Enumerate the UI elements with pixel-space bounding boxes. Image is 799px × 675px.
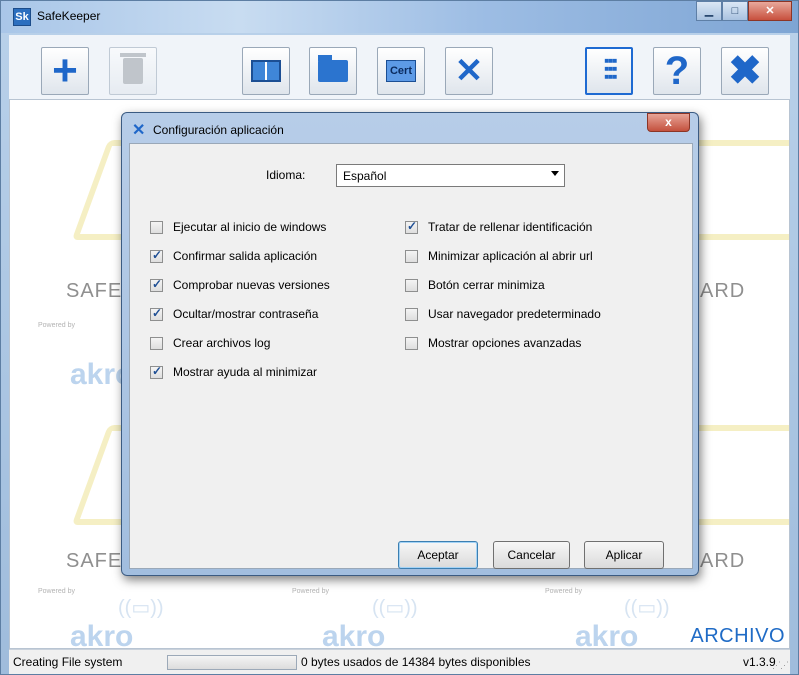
help-button[interactable]: ? (653, 47, 701, 95)
option-label: Ocultar/mostrar contraseña (173, 307, 319, 321)
option-label: Minimizar aplicación al abrir url (428, 249, 593, 263)
dialog-title: Configuración aplicación (153, 123, 284, 137)
option-default-browser[interactable]: Usar navegador predeterminado (405, 307, 601, 321)
checkbox[interactable] (150, 336, 163, 350)
checkbox[interactable] (150, 277, 163, 292)
chevron-down-icon (551, 171, 559, 176)
checkbox[interactable] (405, 307, 418, 321)
cert-icon: Cert (385, 60, 416, 82)
watermark-logo: akro (322, 620, 386, 649)
watermark-logo: akro (70, 620, 134, 649)
language-select[interactable]: Español (336, 164, 565, 187)
watermark-powered: Powered by (38, 588, 75, 595)
checkbox[interactable] (405, 249, 418, 263)
close-icon: ✖ (728, 49, 762, 93)
plus-icon: + (52, 46, 78, 95)
option-label: Usar navegador predeterminado (428, 307, 601, 321)
progress-bar (167, 655, 297, 670)
option-create-logs[interactable]: Crear archivos log (150, 336, 270, 350)
storage-usage: 0 bytes usados de 14384 bytes disponible… (301, 655, 531, 669)
checkbox[interactable] (150, 248, 163, 263)
watermark-text: ARD (700, 280, 746, 302)
watermark-text: SAFE (66, 280, 123, 302)
close-window-button[interactable]: ✕ (748, 1, 792, 21)
maximize-button[interactable]: □ (722, 1, 748, 21)
option-run-at-startup[interactable]: Ejecutar al inicio de windows (150, 220, 326, 234)
minimize-button[interactable]: ▁ (696, 1, 722, 21)
checkbox[interactable] (405, 219, 418, 234)
option-toggle-password[interactable]: Ocultar/mostrar contraseña (150, 306, 319, 321)
option-close-minimizes[interactable]: Botón cerrar minimiza (405, 278, 545, 292)
status-message: Creating File system (13, 655, 123, 669)
option-label: Confirmar salida aplicación (173, 249, 318, 263)
option-label: Comprobar nuevas versiones (173, 278, 330, 292)
accept-button[interactable]: Aceptar (398, 541, 478, 569)
toolbar: + Cert ✕ ⫶⫶⫶ ? ✖ (9, 35, 790, 99)
sliders-icon: ⫶⫶⫶ (602, 54, 618, 86)
cancel-button[interactable]: Cancelar (493, 541, 570, 569)
settings-button[interactable]: ⫶⫶⫶ (585, 47, 633, 95)
watermark-powered: Powered by (292, 588, 329, 595)
option-label: Mostrar opciones avanzadas (428, 336, 582, 350)
checkbox[interactable] (150, 364, 163, 379)
exit-button[interactable]: ✖ (721, 47, 769, 95)
book-icon (251, 60, 281, 82)
checkbox[interactable] (150, 220, 163, 234)
option-autofill[interactable]: Tratar de rellenar identificación (405, 219, 593, 234)
add-button[interactable]: + (41, 47, 89, 95)
delete-button[interactable] (109, 47, 157, 95)
watermark-text: ARD (700, 550, 746, 572)
help-icon: ? (664, 49, 690, 93)
open-book-button[interactable] (242, 47, 290, 95)
wave-watermark: ((▭)) (118, 597, 164, 619)
resize-grip-icon[interactable]: ⋰⋰ (772, 660, 789, 671)
window-title: SafeKeeper (37, 9, 101, 23)
dialog-close-button[interactable]: x (647, 113, 690, 132)
version-label: v1.3.9 (743, 655, 776, 669)
wave-watermark: ((▭)) (372, 597, 418, 619)
folder-icon (318, 55, 348, 82)
option-minimize-on-url[interactable]: Minimizar aplicación al abrir url (405, 249, 593, 263)
tools-button[interactable]: ✕ (445, 47, 493, 95)
watermark-powered: Powered by (545, 588, 582, 595)
checkbox[interactable] (150, 306, 163, 321)
apply-button[interactable]: Aplicar (584, 541, 664, 569)
option-label: Mostrar ayuda al minimizar (173, 365, 318, 379)
option-show-help-minimize[interactable]: Mostrar ayuda al minimizar (150, 364, 318, 379)
language-label: Idioma: (266, 168, 306, 182)
language-value: Español (343, 169, 387, 183)
section-label: ARCHIVO (690, 625, 785, 647)
title-bar[interactable]: Sk SafeKeeper ▁ □ ✕ (1, 1, 798, 33)
status-bar: Creating File system 0 bytes usados de 1… (9, 649, 790, 674)
option-label: Tratar de rellenar identificación (428, 220, 593, 234)
open-folder-button[interactable] (309, 47, 357, 95)
app-logo-icon: Sk (13, 8, 31, 26)
trash-icon (120, 53, 146, 84)
window-controls: ▁ □ ✕ (696, 1, 792, 23)
option-label: Ejecutar al inicio de windows (173, 220, 327, 234)
watermark-text: SAFE (66, 550, 123, 572)
option-advanced[interactable]: Mostrar opciones avanzadas (405, 336, 581, 350)
watermark-logo: akro (575, 620, 639, 649)
tools-icon: ✕ (454, 52, 484, 90)
option-check-updates[interactable]: Comprobar nuevas versiones (150, 277, 330, 292)
wave-watermark: ((▭)) (624, 597, 670, 619)
checkbox[interactable] (405, 336, 418, 350)
tools-icon: ✕ (132, 122, 146, 139)
option-label: Botón cerrar minimiza (428, 278, 545, 292)
watermark-powered: Powered by (38, 322, 75, 329)
certificate-button[interactable]: Cert (377, 47, 425, 95)
checkbox[interactable] (405, 278, 418, 292)
option-label: Crear archivos log (173, 336, 271, 350)
option-confirm-exit[interactable]: Confirmar salida aplicación (150, 248, 318, 263)
dialog-body: Idioma: Español Ejecutar al inicio de wi… (129, 143, 693, 569)
settings-dialog: ✕ Configuración aplicación x Idioma: Esp… (121, 112, 699, 576)
